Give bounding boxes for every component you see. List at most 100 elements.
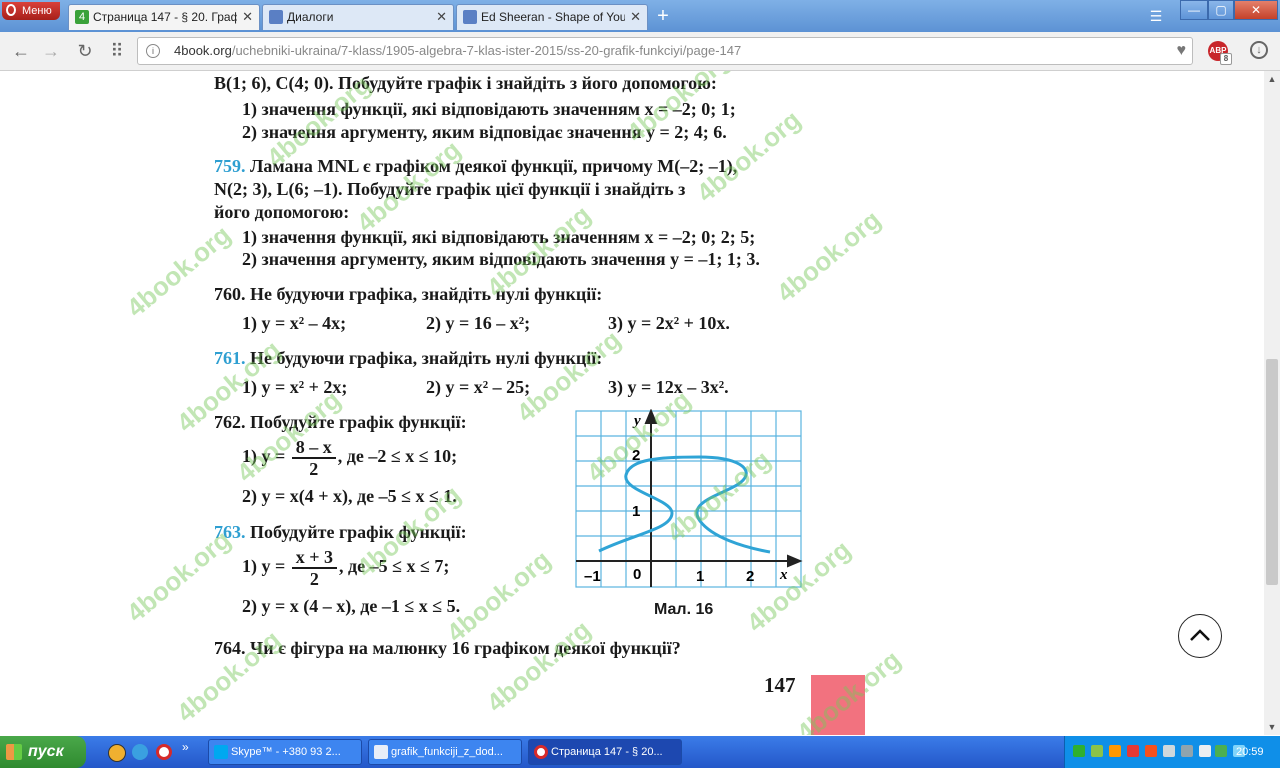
problem-760: 760. Не будуючи графіка, знайдіть нулі ф… — [214, 284, 602, 305]
tab-close-icon[interactable]: ✕ — [436, 5, 447, 29]
vk-dialog-icon — [269, 10, 283, 24]
equation-domain: , де –5 ≤ x ≤ 7; — [339, 556, 450, 577]
numerator: x + 3 — [291, 547, 338, 569]
tab-close-icon[interactable]: ✕ — [630, 5, 641, 29]
taskbar-item-skype[interactable]: Skype™ - +380 93 2... — [208, 739, 362, 765]
browser-tab-strip: Меню 4 Страница 147 - § 20. Графі ✕ Диал… — [0, 0, 1280, 32]
fraction: x + 32 — [291, 547, 338, 589]
numerator: 8 – x — [291, 437, 336, 459]
taskbar-item-opera[interactable]: Страница 147 - § 20... — [528, 739, 682, 765]
problem-number: 761. — [214, 348, 246, 368]
x-tick-label: –1 — [584, 568, 601, 585]
quicklaunch-avast-icon[interactable] — [108, 744, 126, 762]
opera-icon — [534, 745, 548, 759]
forward-button[interactable]: → — [40, 40, 62, 62]
address-toolbar: ← → ↻ ⠿ i 4book.org/uchebniki-ukraina/7-… — [0, 32, 1280, 71]
speed-dial-icon[interactable]: ⠿ — [106, 40, 128, 62]
text-line: 2) значення аргументу, яким відповідають… — [242, 249, 760, 269]
scroll-down-icon[interactable]: ▼ — [1264, 719, 1280, 735]
tabs-menu-icon[interactable]: ☰ — [1146, 6, 1166, 26]
back-button[interactable]: ← — [10, 40, 32, 62]
watermark: 4book.org — [120, 219, 237, 323]
problem-text: Побудуйте графік функції: — [245, 522, 467, 542]
tab-dialogs[interactable]: Диалоги ✕ — [262, 4, 454, 30]
tray-app-icon[interactable] — [1163, 745, 1175, 757]
tab-music[interactable]: Ed Sheeran - Shape of You ✕ — [456, 4, 648, 30]
tray-app-icon[interactable] — [1181, 745, 1193, 757]
equation: 2) y = 16 – x²; — [426, 313, 531, 333]
quicklaunch-browser-icon[interactable] — [132, 744, 148, 760]
start-label: пуск — [28, 743, 64, 760]
equation-fraction: 1) y = 8 – x2 , де –2 ≤ x ≤ 10; — [242, 437, 457, 479]
equation: 3) y = 12x – 3x². — [608, 377, 729, 397]
scroll-up-icon[interactable]: ▲ — [1264, 71, 1280, 87]
scrollbar-thumb[interactable] — [1266, 359, 1278, 585]
tab-active-page[interactable]: 4 Страница 147 - § 20. Графі ✕ — [68, 4, 260, 30]
quicklaunch-opera-icon[interactable] — [156, 744, 172, 760]
word-document-icon — [374, 745, 388, 759]
url-text[interactable]: 4book.org/uchebniki-ukraina/7-klass/1905… — [174, 38, 741, 64]
text-line: 2) значення аргументу, яким відповідає з… — [242, 122, 727, 142]
reload-button[interactable]: ↻ — [74, 40, 96, 62]
equation: 2) y = x (4 – x), де –1 ≤ x ≤ 5. — [242, 596, 461, 616]
minimize-button[interactable]: — — [1180, 0, 1208, 20]
bookmark-heart-icon[interactable]: ♥ — [1177, 38, 1187, 64]
tab-label: Диалоги — [287, 10, 334, 24]
x-tick-label: 2 — [746, 568, 754, 585]
tray-app-icon[interactable] — [1145, 745, 1157, 757]
figure-caption: Мал. 16 — [654, 601, 714, 618]
tray-app-icon[interactable] — [1109, 745, 1121, 757]
problem-762: 762. Побудуйте графік функції: — [214, 412, 467, 433]
site-info-icon[interactable]: i — [146, 44, 160, 58]
equation-domain: , де –2 ≤ x ≤ 10; — [337, 446, 458, 467]
windows-taskbar: пуск » Skype™ - +380 93 2... grafik_funk… — [0, 736, 1280, 768]
tab-label: Страница 147 - § 20. Графі — [93, 10, 237, 24]
scroll-to-top-button[interactable] — [1178, 614, 1222, 658]
quicklaunch-more-icon[interactable]: » — [182, 740, 189, 754]
textbook-page: B(1; 6), C(4; 0). Побудуйте графік і зна… — [121, 71, 906, 735]
vertical-scrollbar[interactable]: ▲ ▼ — [1264, 71, 1280, 735]
problem-text: Не будуючи графіка, знайдіть нулі функці… — [245, 284, 603, 304]
y-tick-label: 2 — [632, 447, 640, 464]
video-icon — [463, 10, 477, 24]
tab-label: Ed Sheeran - Shape of You — [481, 10, 625, 24]
network-icon[interactable] — [1215, 745, 1227, 757]
volume-icon[interactable] — [1199, 745, 1211, 757]
start-button[interactable]: пуск — [0, 736, 86, 768]
problem-text: Побудуйте графік функції: — [245, 412, 467, 432]
text-line: N(2; 3), L(6; –1). Побудуйте графік цієї… — [214, 179, 686, 199]
address-bar[interactable]: i 4book.org/uchebniki-ukraina/7-klass/19… — [137, 37, 1193, 65]
tray-app-icon[interactable] — [1127, 745, 1139, 757]
web-content: B(1; 6), C(4; 0). Побудуйте графік і зна… — [0, 71, 1264, 735]
downloads-icon[interactable]: ↓ — [1250, 41, 1268, 59]
problem-759: 759. Ламана MNL є графіком деякої функці… — [214, 156, 737, 177]
problem-number: 764. — [214, 638, 246, 658]
denominator: 2 — [309, 459, 319, 479]
problem-text: Не будуючи графіка, знайдіть нулі функці… — [245, 348, 603, 368]
tab-close-icon[interactable]: ✕ — [242, 5, 253, 29]
close-window-button[interactable]: ✕ — [1234, 0, 1278, 20]
tray-app-icon[interactable] — [1091, 745, 1103, 757]
site-favicon-icon: 4 — [75, 10, 89, 24]
curve — [598, 455, 771, 554]
new-tab-button[interactable]: + — [652, 5, 674, 27]
taskbar-item-word-doc[interactable]: grafik_funkciji_z_dod... — [368, 739, 522, 765]
menu-label: Меню — [22, 5, 52, 17]
figure-16-graph: y x –1 0 1 2 1 2 — [575, 409, 803, 588]
equation-lhs: 1) y = — [242, 446, 286, 467]
maximize-button[interactable]: ▢ — [1208, 0, 1234, 20]
abp-count-badge: 8 — [1220, 53, 1232, 65]
page-corner-tab — [811, 675, 865, 735]
language-indicator-icon[interactable] — [1073, 745, 1085, 757]
url-path: /uchebniki-ukraina/7-klass/1905-algebra-… — [231, 43, 742, 58]
adblock-plus-icon[interactable]: ABP 8 — [1208, 41, 1232, 65]
task-label: Skype™ - +380 93 2... — [231, 746, 341, 758]
equation-fraction: 1) y = x + 32, де –5 ≤ x ≤ 7; — [242, 547, 449, 589]
problem-764: 764. Чи є фігура на малюнку 16 графіком … — [214, 638, 681, 659]
clock: 20:59 — [1236, 746, 1264, 758]
x-axis-label: x — [779, 567, 788, 583]
page-number: 147 — [764, 673, 796, 697]
problem-number: 763. — [214, 522, 246, 542]
opera-logo-icon — [6, 4, 16, 16]
opera-menu-button[interactable]: Меню — [2, 2, 60, 20]
